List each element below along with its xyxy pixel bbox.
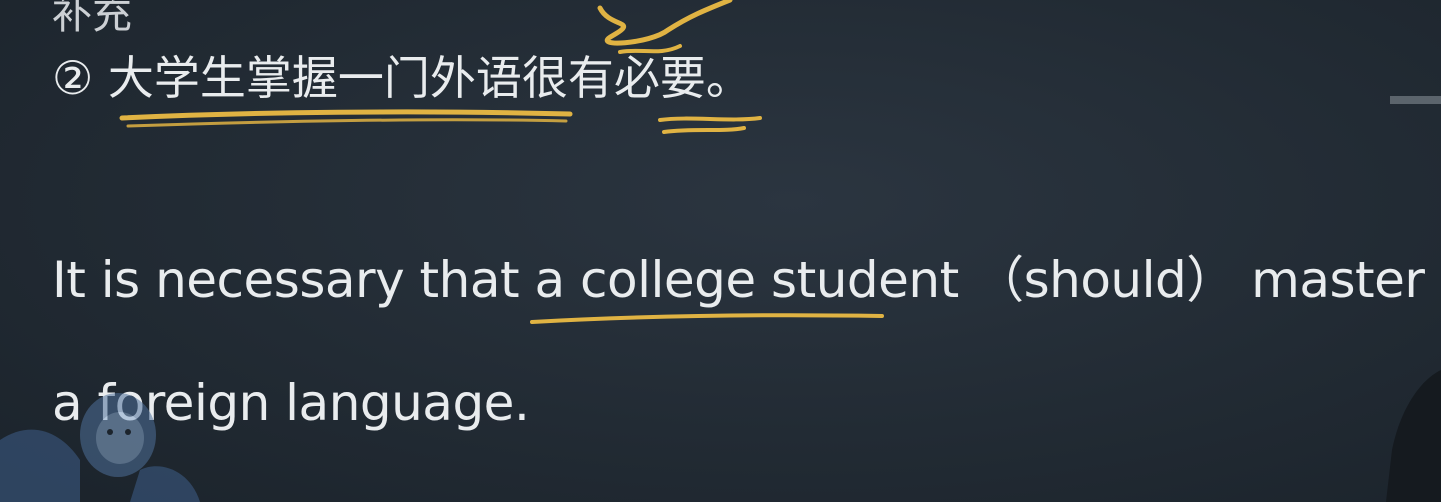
english-translation-line-1: It is necessary that a college student （…: [52, 245, 1425, 315]
english-text-before: It is necessary that: [52, 251, 535, 309]
underline-english-subject: [530, 313, 884, 324]
underline-chinese-subject-2: [126, 118, 568, 128]
underline-chinese-necessary: [658, 116, 762, 122]
english-text-should: （should）: [958, 251, 1252, 309]
english-translation-line-2: a foreign language.: [52, 374, 530, 432]
english-text-master: master: [1251, 251, 1425, 309]
cropped-heading: 补充: [52, 0, 132, 38]
underline-chinese-necessary-2: [662, 126, 746, 134]
underline-chinese-subject: [119, 109, 573, 121]
scribble-top: [597, 0, 733, 46]
lesson-slide: 补充 ② 大学生掌握一门外语很有必要。 It is necessary that…: [0, 0, 1441, 502]
chinese-sentence: ② 大学生掌握一门外语很有必要。: [52, 51, 752, 105]
english-text-underlined: a college student: [534, 251, 960, 309]
